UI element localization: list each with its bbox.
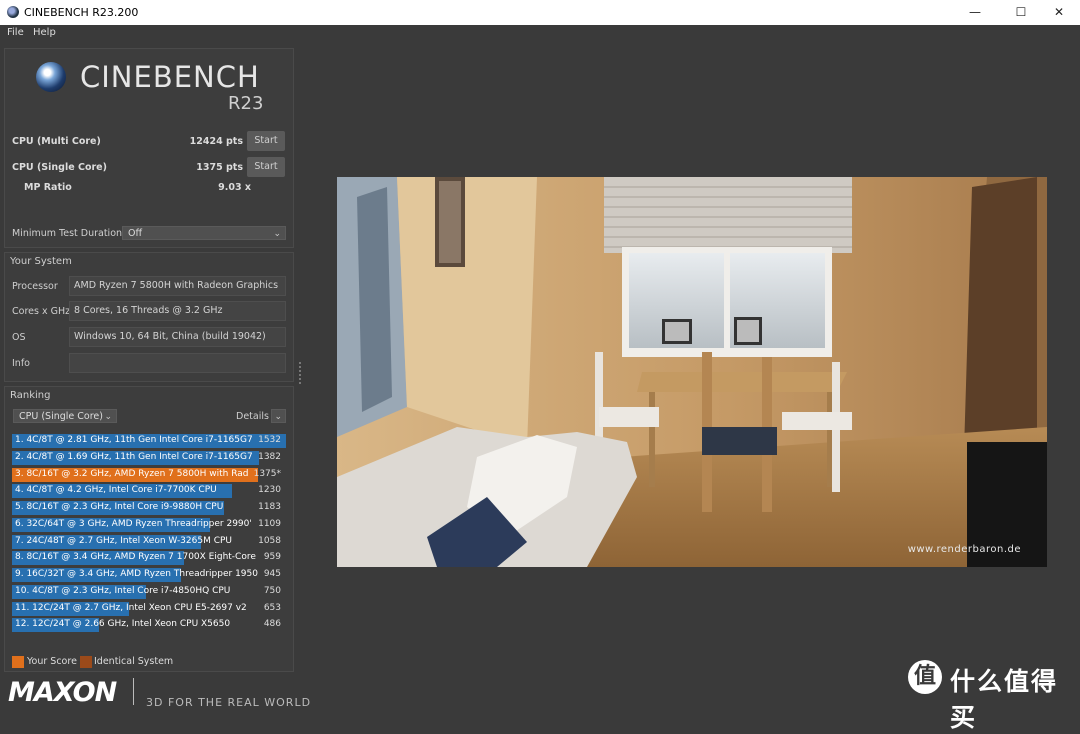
cinebench-app-icon — [7, 6, 19, 18]
details-toggle[interactable]: ⌄ — [271, 409, 286, 423]
processor-value: AMD Ryzen 7 5800H with Radeon Graphics — [69, 276, 286, 296]
your-score-legend: Your Score — [27, 656, 77, 667]
ranking-entry-score: 1382 — [258, 451, 281, 462]
single-core-start-button[interactable]: Start — [247, 157, 285, 177]
ranking-row[interactable]: 6. 32C/64T @ 3 GHz, AMD Ryzen Threadripp… — [12, 517, 286, 532]
menu-help[interactable]: Help — [33, 27, 56, 38]
smzdm-logo-icon: 值 — [908, 660, 942, 694]
cores-label: Cores x GHz — [12, 306, 71, 317]
ranking-row[interactable]: 5. 8C/16T @ 2.3 GHz, Intel Core i9-9880H… — [12, 501, 286, 515]
ranking-entry-score: 945 — [263, 569, 281, 579]
ranking-row[interactable]: 9. 16C/32T @ 3.4 GHz, AMD Ryzen Threadri… — [12, 568, 286, 582]
info-label: Info — [12, 358, 30, 369]
chevron-down-icon: ⌄ — [273, 229, 281, 239]
your-score-swatch — [12, 656, 24, 668]
smzdm-watermark: 什么值得买 — [950, 667, 1059, 732]
ranking-entry-score: 1375* — [253, 468, 281, 479]
window-title: CINEBENCH R23.200 — [24, 6, 139, 19]
mp-ratio-value: 9.03 x — [218, 182, 251, 193]
min-duration-label: Minimum Test Duration — [12, 228, 123, 239]
multi-core-score: 12424 pts — [189, 136, 243, 147]
single-core-label: CPU (Single Core) — [12, 162, 107, 173]
ranking-entry-score: 1532 — [258, 435, 281, 445]
os-value: Windows 10, 64 Bit, China (build 19042) — [69, 327, 286, 347]
processor-label: Processor — [12, 281, 58, 292]
ranking-entry-label: 8. 8C/16T @ 3.4 GHz, AMD Ryzen 7 1700X E… — [15, 552, 256, 563]
ranking-entry-label: 12. 12C/24T @ 2.66 GHz, Intel Xeon CPU X… — [15, 619, 231, 630]
ranking-row[interactable]: 12. 12C/24T @ 2.66 GHz, Intel Xeon CPU X… — [12, 618, 286, 633]
identical-system-legend: Identical System — [94, 656, 174, 667]
ranking-row[interactable]: 8. 8C/16T @ 3.4 GHz, AMD Ryzen 7 1700X E… — [12, 551, 286, 566]
ranking-entry-score: 1230 — [258, 485, 281, 496]
menu-bar: File Help — [0, 25, 1080, 43]
ranking-entry-score: 959 — [263, 552, 281, 563]
rendered-room-image — [337, 177, 1047, 567]
ranking-entry-label: 7. 24C/48T @ 2.7 GHz, Intel Xeon W-3265M… — [15, 535, 233, 546]
ranking-mode-select[interactable]: CPU (Single Core) ⌄ — [13, 409, 117, 423]
ranking-row[interactable]: 3. 8C/16T @ 3.2 GHz, AMD Ryzen 7 5800H w… — [12, 467, 286, 482]
min-duration-select[interactable]: Off ⌄ — [122, 226, 286, 240]
ranking-entry-label: 4. 4C/8T @ 4.2 GHz, Intel Core i7-7700K … — [15, 485, 217, 496]
cores-value: 8 Cores, 16 Threads @ 3.2 GHz — [69, 301, 286, 321]
info-field[interactable] — [69, 353, 286, 373]
render-preview: www.renderbaron.de — [337, 177, 1047, 567]
ranking-row[interactable]: 7. 24C/48T @ 2.7 GHz, Intel Xeon W-3265M… — [12, 534, 286, 549]
menu-file[interactable]: File — [7, 27, 24, 38]
ranking-mode-value: CPU (Single Core) — [19, 411, 103, 422]
ranking-entry-label: 1. 4C/8T @ 2.81 GHz, 11th Gen Intel Core… — [15, 435, 253, 445]
ranking-entry-score: 750 — [263, 585, 281, 596]
details-label[interactable]: Details — [236, 411, 269, 422]
ranking-entry-label: 2. 4C/8T @ 1.69 GHz, 11th Gen Intel Core… — [15, 451, 253, 462]
maxon-logo: MAXON — [8, 677, 117, 708]
ranking-entry-label: 11. 12C/24T @ 2.7 GHz, Intel Xeon CPU E5… — [15, 602, 247, 613]
render-watermark: www.renderbaron.de — [907, 544, 1021, 555]
ranking-title: Ranking — [10, 390, 51, 401]
ranking-row[interactable]: 11. 12C/24T @ 2.7 GHz, Intel Xeon CPU E5… — [12, 601, 286, 616]
ranking-entry-score: 1183 — [258, 502, 281, 512]
footer-divider — [133, 678, 134, 705]
ranking-entry-label: 5. 8C/16T @ 2.3 GHz, Intel Core i9-9880H… — [15, 502, 224, 512]
cinema4d-sphere-icon — [36, 62, 66, 92]
ranking-row[interactable]: 10. 4C/8T @ 2.3 GHz, Intel Core i7-4850H… — [12, 584, 286, 599]
ranking-entry-label: 6. 32C/64T @ 3 GHz, AMD Ryzen Threadripp… — [15, 518, 252, 529]
ranking-entry-score: 1109 — [258, 518, 281, 529]
splitter-handle[interactable] — [299, 362, 304, 384]
your-system-title: Your System — [10, 256, 72, 267]
identical-system-swatch — [80, 656, 92, 668]
close-button[interactable]: ✕ — [1036, 0, 1080, 25]
logo-version: R23 — [228, 93, 264, 114]
mp-ratio-label: MP Ratio — [24, 182, 72, 193]
ranking-entry-score: 486 — [263, 619, 281, 630]
multi-core-label: CPU (Multi Core) — [12, 136, 101, 147]
ranking-entry-score: 653 — [263, 602, 281, 613]
logo-wordmark: CINEBENCH — [80, 60, 260, 94]
single-core-score: 1375 pts — [196, 162, 243, 173]
multi-core-start-button[interactable]: Start — [247, 131, 285, 151]
maxon-tagline: 3D FOR THE REAL WORLD — [146, 696, 312, 709]
ranking-entry-label: 10. 4C/8T @ 2.3 GHz, Intel Core i7-4850H… — [15, 585, 231, 596]
ranking-row[interactable]: 1. 4C/8T @ 2.81 GHz, 11th Gen Intel Core… — [12, 434, 286, 448]
ranking-entry-label: 3. 8C/16T @ 3.2 GHz, AMD Ryzen 7 5800H w… — [15, 468, 249, 479]
ranking-entry-score: 1058 — [258, 535, 281, 546]
chevron-down-icon: ⌄ — [104, 412, 112, 422]
ranking-row[interactable]: 2. 4C/8T @ 1.69 GHz, 11th Gen Intel Core… — [12, 450, 286, 465]
os-label: OS — [12, 332, 26, 343]
ranking-entry-label: 9. 16C/32T @ 3.4 GHz, AMD Ryzen Threadri… — [15, 569, 258, 579]
title-bar: CINEBENCH R23.200 — ☐ ✕ — [0, 0, 1080, 25]
minimize-button[interactable]: — — [952, 0, 998, 25]
min-duration-value: Off — [128, 228, 143, 239]
ranking-row[interactable]: 4. 4C/8T @ 4.2 GHz, Intel Core i7-7700K … — [12, 484, 286, 499]
chevron-down-icon: ⌄ — [274, 412, 282, 422]
